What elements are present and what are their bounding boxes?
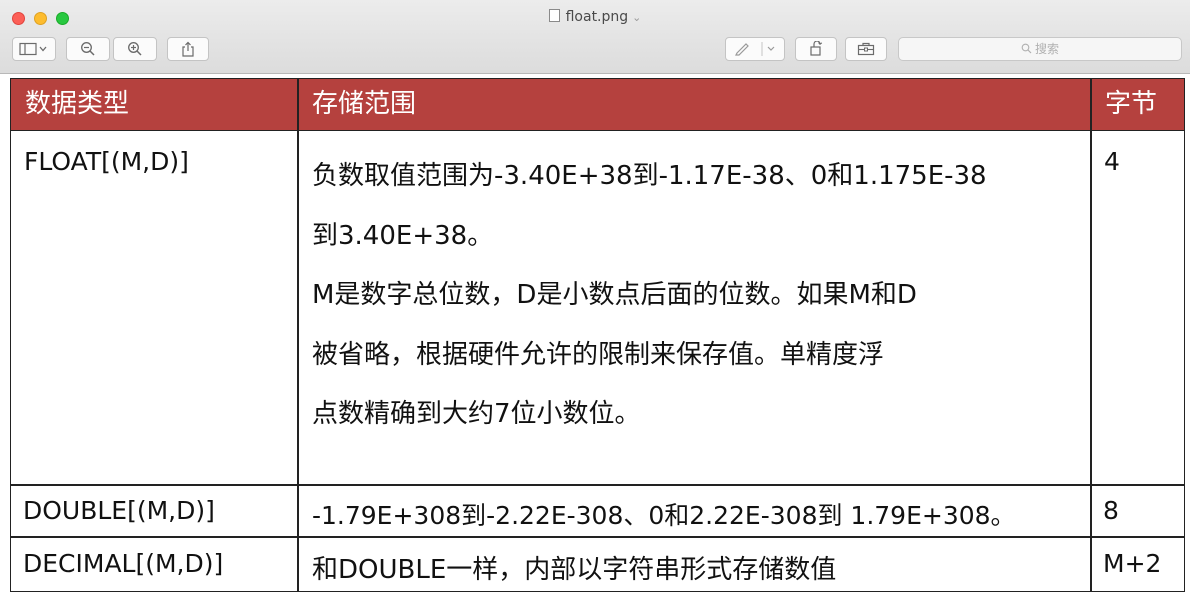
row-float-type: FLOAT[(M,D)] — [24, 147, 189, 176]
row-float-bytes: 4 — [1104, 147, 1120, 176]
share-icon — [182, 41, 194, 57]
header-bytes: 字节 — [1105, 89, 1158, 119]
toolbox-icon — [857, 42, 875, 56]
pen-icon — [735, 42, 775, 56]
search-icon — [1021, 43, 1032, 54]
column-divider — [297, 79, 299, 591]
row-double-bytes: 8 — [1103, 496, 1119, 525]
column-divider — [1090, 79, 1092, 591]
row-double-range: -1.79E+308到-2.22E-308、0和2.22E-308到 1.79E… — [312, 501, 1016, 530]
search-placeholder: 搜索 — [1034, 42, 1059, 56]
zoom-in-button[interactable] — [113, 37, 157, 61]
row-float-range-line: 到3.40E+38。 — [312, 221, 494, 251]
table-header-row: 数据类型 存储范围 字节 — [11, 79, 1184, 131]
header-storage-range: 存储范围 — [312, 89, 417, 119]
zoom-out-button[interactable] — [66, 37, 110, 61]
rotate-icon — [810, 40, 823, 56]
row-divider — [11, 536, 1184, 538]
row-float-range-line: 被省略，根据硬件允许的限制来保存值。单精度浮 — [312, 340, 885, 370]
toolbox-button[interactable] — [845, 37, 887, 61]
file-icon — [548, 9, 560, 22]
row-double-type: DOUBLE[(M,D)] — [23, 496, 215, 525]
sidebar-toggle-button[interactable] — [12, 37, 56, 61]
zoom-in-icon — [128, 42, 142, 56]
window-title[interactable]: float.png ⌄ — [0, 9, 1190, 25]
titlebar: float.png ⌄ 搜索 — [0, 0, 1190, 74]
row-float-range-line: 负数取值范围为-3.40E+38到-1.17E-38、0和1.175E-38 — [312, 161, 987, 191]
row-float-range-line: M是数字总位数，D是小数点后面的位数。如果M和D — [312, 280, 917, 310]
preview-window: float.png ⌄ 搜索 数据类型 存储范围 字节 FLOAT[(M,D)]… — [0, 0, 1190, 594]
chevron-down-icon: ⌄ — [632, 11, 642, 24]
row-decimal-bytes: M+2 — [1103, 549, 1162, 578]
row-decimal-range: 和DOUBLE一样，内部以字符串形式存储数值 — [312, 555, 837, 585]
zoom-out-icon — [81, 42, 95, 56]
search-input[interactable]: 搜索 — [898, 37, 1182, 61]
rotate-button[interactable] — [795, 37, 837, 61]
row-divider — [11, 484, 1184, 486]
header-data-type: 数据类型 — [25, 89, 130, 119]
markup-button[interactable] — [725, 37, 785, 61]
sidebar-icon — [19, 42, 47, 56]
share-button[interactable] — [167, 37, 209, 61]
row-decimal-type: DECIMAL[(M,D)] — [23, 549, 224, 578]
window-title-text: float.png — [565, 9, 629, 25]
row-float-range-line: 点数精确到大约7位小数位。 — [312, 399, 641, 429]
